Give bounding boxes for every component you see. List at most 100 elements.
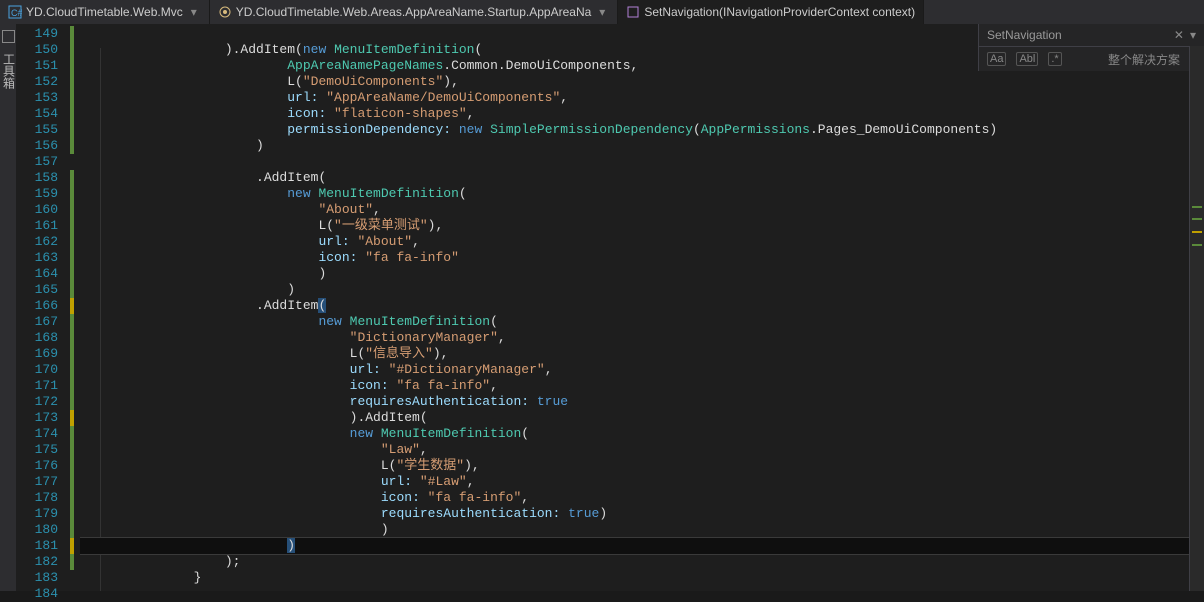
line-number: 179 [16,506,68,522]
line-number: 168 [16,330,68,346]
line-number: 178 [16,490,68,506]
find-panel: SetNavigation ✕ ▾ Aa Abl .* 整个解决方案 ▾ [978,24,1204,71]
code-line[interactable]: ).AddItem( [80,410,1204,426]
line-number: 176 [16,458,68,474]
code-line[interactable]: .AddItem( [80,298,1204,314]
code-line[interactable]: L("学生数据"), [80,458,1204,474]
toolbox-icon [2,30,15,43]
scroll-mark [1192,231,1202,233]
code-line[interactable]: L("信息导入"), [80,346,1204,362]
line-number: 175 [16,442,68,458]
tab-namespace[interactable]: YD.CloudTimetable.Web.Areas.AppAreaName.… [210,0,619,24]
chevron-down-icon[interactable]: ▾ [187,5,201,19]
code-line[interactable]: new MenuItemDefinition( [80,186,1204,202]
change-marks [68,24,80,591]
scroll-mark [1192,244,1202,246]
scope-label: 整个解决方案 [1108,51,1180,68]
line-number: 165 [16,282,68,298]
line-number: 162 [16,234,68,250]
code-area[interactable]: ).AddItem(new MenuItemDefinition( AppAre… [80,24,1204,591]
code-line[interactable]: ) [80,282,1204,298]
tab-project[interactable]: C# YD.CloudTimetable.Web.Mvc ▾ [0,0,210,24]
line-number: 166 [16,298,68,314]
code-line[interactable]: url: "#DictionaryManager", [80,362,1204,378]
code-line[interactable]: new MenuItemDefinition( [80,426,1204,442]
code-line[interactable]: icon: "fa fa-info", [80,378,1204,394]
line-number: 183 [16,570,68,586]
code-line[interactable]: ) [80,138,1204,154]
code-line[interactable]: "DictionaryManager", [80,330,1204,346]
code-line[interactable]: requiresAuthentication: true) [80,506,1204,522]
code-line[interactable]: ); [80,554,1204,570]
line-number: 167 [16,314,68,330]
scroll-mark [1192,218,1202,220]
line-number: 181 [16,538,68,554]
code-line[interactable] [80,586,1204,591]
code-line[interactable]: "Law", [80,442,1204,458]
line-number: 182 [16,554,68,570]
line-number: 154 [16,106,68,122]
line-number: 174 [16,426,68,442]
breadcrumb-tabs: C# YD.CloudTimetable.Web.Mvc ▾ YD.CloudT… [0,0,1204,25]
svg-text:C#: C# [11,8,22,18]
find-header: SetNavigation ✕ ▾ [979,24,1204,47]
tab-label: SetNavigation(INavigationProviderContext… [644,5,915,19]
code-line[interactable]: ) [80,538,1204,554]
find-title: SetNavigation [987,28,1062,42]
line-number: 180 [16,522,68,538]
code-line[interactable]: requiresAuthentication: true [80,394,1204,410]
editor-main: 1491501511521531541551561571581591601611… [16,24,1204,591]
chevron-down-icon[interactable]: ▾ [1190,28,1196,42]
code-line[interactable]: url: "#Law", [80,474,1204,490]
line-number: 160 [16,202,68,218]
line-number: 171 [16,378,68,394]
class-icon [218,5,232,19]
csharp-project-icon: C# [8,5,22,19]
scroll-mark [1192,206,1202,208]
code-line[interactable]: L("DemoUiComponents"), [80,74,1204,90]
line-number: 172 [16,394,68,410]
regex-toggle[interactable]: .* [1048,52,1061,66]
code-line[interactable]: ) [80,266,1204,282]
line-number: 173 [16,410,68,426]
vertical-scrollbar[interactable] [1189,46,1204,591]
line-number: 164 [16,266,68,282]
line-number: 149 [16,26,68,42]
code-line[interactable]: ) [80,522,1204,538]
line-number: 177 [16,474,68,490]
line-number: 153 [16,90,68,106]
code-line[interactable] [80,154,1204,170]
line-number: 170 [16,362,68,378]
code-line[interactable]: icon: "fa fa-info" [80,250,1204,266]
line-number: 161 [16,218,68,234]
code-line[interactable]: new MenuItemDefinition( [80,314,1204,330]
tab-label: YD.CloudTimetable.Web.Mvc [26,5,183,19]
code-line[interactable]: url: "About", [80,234,1204,250]
pin-icon[interactable]: ✕ [1174,28,1184,42]
code-line[interactable]: icon: "fa fa-info", [80,490,1204,506]
line-number: 156 [16,138,68,154]
tab-label: YD.CloudTimetable.Web.Areas.AppAreaName.… [236,5,592,19]
tab-member[interactable]: SetNavigation(INavigationProviderContext… [618,0,924,24]
match-case-toggle[interactable]: Aa [987,52,1006,66]
code-line[interactable]: "About", [80,202,1204,218]
method-icon [626,5,640,19]
line-number: 151 [16,58,68,74]
code-line[interactable]: } [80,570,1204,586]
code-line[interactable]: icon: "flaticon-shapes", [80,106,1204,122]
line-number: 163 [16,250,68,266]
code-line[interactable]: .AddItem( [80,170,1204,186]
line-number: 184 [16,586,68,602]
left-toolbox-strip[interactable]: 工具箱 [0,24,16,591]
find-options-row: Aa Abl .* 整个解决方案 ▾ [979,47,1204,71]
line-number: 152 [16,74,68,90]
code-line[interactable]: url: "AppAreaName/DemoUiComponents", [80,90,1204,106]
code-line[interactable]: permissionDependency: new SimplePermissi… [80,122,1204,138]
chevron-down-icon[interactable]: ▾ [595,5,609,19]
line-number-gutter: 1491501511521531541551561571581591601611… [16,24,68,591]
line-number: 157 [16,154,68,170]
whole-word-toggle[interactable]: Abl [1016,52,1038,66]
line-number: 155 [16,122,68,138]
code-line[interactable]: L("一级菜单测试"), [80,218,1204,234]
line-number: 150 [16,42,68,58]
